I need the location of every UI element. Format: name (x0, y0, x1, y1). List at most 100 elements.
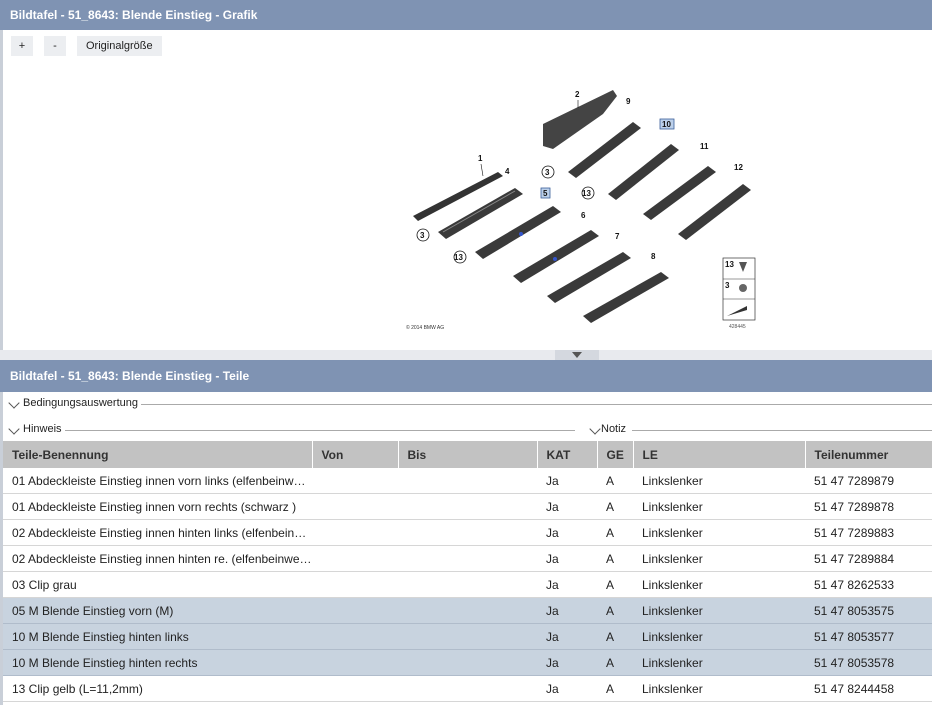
cell-bis[interactable] (398, 623, 537, 650)
cell-bis[interactable] (398, 649, 537, 676)
note-group-label[interactable]: Notiz (601, 423, 630, 435)
cell-bis[interactable] (398, 519, 537, 546)
callout-7[interactable]: 7 (615, 232, 620, 241)
cell-name[interactable]: 02 Abdeckleiste Einstieg innen hinten re… (3, 545, 312, 572)
column-header-number[interactable]: Teilenummer (805, 441, 932, 468)
cell-von[interactable] (312, 649, 398, 676)
callout-9[interactable]: 9 (626, 97, 631, 106)
cell-von[interactable] (312, 623, 398, 650)
cell-part-number[interactable]: 51 47 7289884 (805, 545, 932, 572)
cell-kat[interactable]: Ja (537, 571, 597, 598)
cell-name[interactable]: 03 Clip grau (3, 571, 312, 598)
cell-ge[interactable]: A (597, 519, 633, 546)
chevron-down-icon[interactable] (8, 423, 20, 435)
callout-13-b[interactable]: 13 (582, 189, 591, 198)
cell-name[interactable]: 02 Abdeckleiste Einstieg innen hinten li… (3, 519, 312, 546)
hint-group-label[interactable]: Hinweis (23, 423, 65, 435)
callout-13-a[interactable]: 13 (454, 253, 463, 262)
collapse-arrow-icon[interactable] (572, 352, 582, 358)
cell-part-number[interactable]: 51 47 7289879 (805, 468, 932, 494)
column-header-ge[interactable]: GE (597, 441, 634, 468)
zoom-in-button[interactable]: + (11, 36, 33, 56)
callout-4[interactable]: 4 (505, 167, 510, 176)
cell-ge[interactable]: A (597, 545, 633, 572)
cell-von[interactable] (312, 519, 398, 546)
table-row[interactable]: 01 Abdeckleiste Einstieg innen vorn link… (3, 468, 932, 494)
column-header-bis[interactable]: Bis (398, 441, 538, 468)
cell-ge[interactable]: A (597, 468, 633, 494)
cell-ge[interactable]: A (597, 571, 633, 598)
cell-le[interactable]: Linkslenker (633, 675, 805, 702)
original-size-button[interactable]: Originalgröße (77, 36, 162, 56)
diagram-part-11[interactable]: 11 (643, 142, 716, 220)
cell-von[interactable] (312, 597, 398, 624)
diagram-part-12[interactable]: 12 (678, 163, 751, 240)
cell-part-number[interactable]: 51 47 8053578 (805, 649, 932, 676)
cell-part-number[interactable]: 51 47 8262533 (805, 571, 932, 598)
callout-3-a[interactable]: 3 (420, 231, 425, 240)
cell-le[interactable]: Linkslenker (633, 519, 805, 546)
cell-name[interactable]: 01 Abdeckleiste Einstieg innen vorn rech… (3, 493, 312, 520)
table-row[interactable]: 05 M Blende Einstieg vorn (M) Ja A Linkslen… (3, 597, 932, 624)
cell-name[interactable]: 10 M Blende Einstieg hinten links (3, 623, 312, 650)
cell-ge[interactable]: A (597, 623, 633, 650)
cell-kat[interactable]: Ja (537, 597, 597, 624)
callout-1[interactable]: 1 (478, 154, 483, 163)
column-header-von[interactable]: Von (312, 441, 399, 468)
cell-kat[interactable]: Ja (537, 545, 597, 572)
diagram-part-10[interactable]: 10 (608, 118, 679, 200)
cell-bis[interactable] (398, 571, 537, 598)
diagram-part-7[interactable]: 7 (547, 232, 631, 303)
cell-part-number[interactable]: 51 47 8053577 (805, 623, 932, 650)
panel-splitter[interactable] (0, 350, 932, 360)
cell-kat[interactable]: Ja (537, 468, 597, 494)
table-row[interactable]: 02 Abdeckleiste Einstieg innen hinten li… (3, 519, 932, 546)
diagram-part-8[interactable]: 8 (583, 252, 669, 323)
cell-part-number[interactable]: 51 47 7289883 (805, 519, 932, 546)
column-header-le[interactable]: LE (633, 441, 806, 468)
callout-12[interactable]: 12 (734, 163, 743, 172)
cell-name[interactable]: 13 Clip gelb (L=11,2mm) (3, 675, 312, 702)
cell-ge[interactable]: A (597, 597, 633, 624)
table-row[interactable]: 10 M Blende Einstieg hinten links Ja A Link… (3, 623, 932, 650)
cell-bis[interactable] (398, 675, 537, 702)
callout-6[interactable]: 6 (581, 211, 586, 220)
cell-bis[interactable] (398, 545, 537, 572)
cell-le[interactable]: Linkslenker (633, 493, 805, 520)
cell-le[interactable]: Linkslenker (633, 597, 805, 624)
cell-kat[interactable]: Ja (537, 519, 597, 546)
diagram-part-6[interactable]: 6 (513, 211, 599, 283)
callout-11[interactable]: 11 (700, 142, 709, 151)
cell-kat[interactable]: Ja (537, 649, 597, 676)
cell-ge[interactable]: A (597, 675, 633, 702)
cell-name[interactable]: 10 M Blende Einstieg hinten rechts (3, 649, 312, 676)
zoom-out-button[interactable]: - (44, 36, 66, 56)
table-row[interactable]: 13 Clip gelb (L=11,2mm) Ja A Linkslenker 51 … (3, 675, 932, 702)
cell-part-number[interactable]: 51 47 8244458 (805, 675, 932, 702)
callout-8[interactable]: 8 (651, 252, 656, 261)
cell-bis[interactable] (398, 493, 537, 520)
table-row[interactable]: 01 Abdeckleiste Einstieg innen vorn rech… (3, 493, 932, 520)
cell-kat[interactable]: Ja (537, 675, 597, 702)
cell-kat[interactable]: Ja (537, 493, 597, 520)
table-row[interactable]: 02 Abdeckleiste Einstieg innen hinten re… (3, 545, 932, 572)
cell-von[interactable] (312, 493, 398, 520)
hint-group[interactable]: Hinweis Notiz (3, 420, 932, 440)
table-row[interactable]: 10 M Blende Einstieg hinten rechts Ja A Lin… (3, 649, 932, 676)
diagram-part-5[interactable]: 5 (475, 187, 561, 259)
cell-part-number[interactable]: 51 47 8053575 (805, 597, 932, 624)
cell-le[interactable]: Linkslenker (633, 468, 805, 494)
column-header-name[interactable]: Teile-Benennung (3, 441, 313, 468)
cell-name[interactable]: 05 M Blende Einstieg vorn (M) (3, 597, 312, 624)
cell-von[interactable] (312, 571, 398, 598)
chevron-down-icon[interactable] (8, 397, 20, 409)
cell-le[interactable]: Linkslenker (633, 649, 805, 676)
cell-kat[interactable]: Ja (537, 623, 597, 650)
cell-le[interactable]: Linkslenker (633, 545, 805, 572)
conditions-group-label[interactable]: Bedingungsauswertung (23, 397, 141, 409)
conditions-group[interactable]: Bedingungsauswertung (3, 394, 932, 414)
cell-ge[interactable]: A (597, 493, 633, 520)
callout-2[interactable]: 2 (575, 90, 580, 99)
cell-le[interactable]: Linkslenker (633, 623, 805, 650)
cell-le[interactable]: Linkslenker (633, 571, 805, 598)
